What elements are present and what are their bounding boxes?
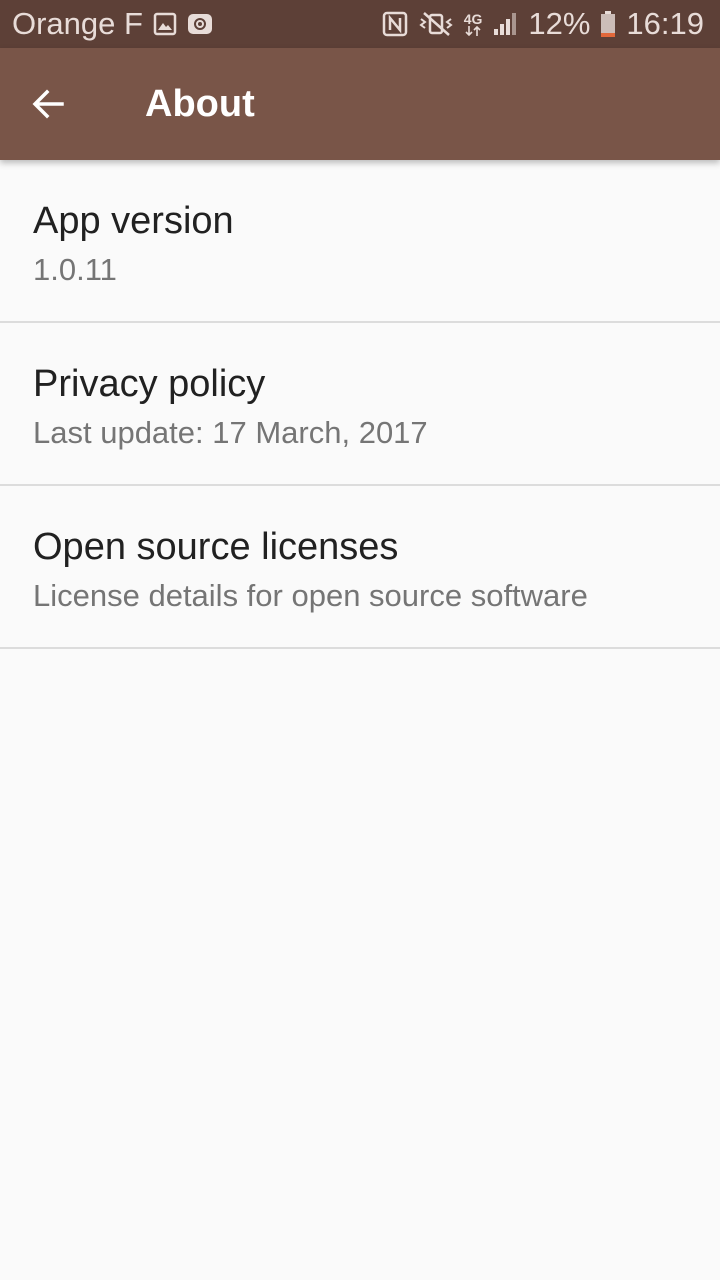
signal-icon <box>492 11 518 37</box>
battery-percent: 12% <box>528 6 591 41</box>
network-4g-icon: 4G <box>463 11 483 36</box>
at-icon <box>187 13 213 35</box>
item-title: App version <box>33 200 234 242</box>
nfc-icon <box>382 11 408 37</box>
open-source-licenses-item[interactable]: Open source licenses License details for… <box>0 486 720 649</box>
back-button[interactable] <box>16 72 80 136</box>
item-subtitle: Last update: 17 March, 2017 <box>33 415 428 450</box>
status-right: 4G 12% 16:19 <box>382 0 704 48</box>
status-bar: Orange F 4G 12% 16:19 <box>0 0 720 48</box>
item-title: Open source licenses <box>33 526 399 568</box>
network-type: 4G <box>463 11 483 27</box>
status-left: Orange F <box>12 0 213 48</box>
page-title: About <box>145 83 255 125</box>
app-bar: About <box>0 48 720 160</box>
about-list: App version 1.0.11 Privacy policy Last u… <box>0 160 720 649</box>
item-title: Privacy policy <box>33 363 266 405</box>
vibrate-icon <box>418 11 454 37</box>
app-version-item[interactable]: App version 1.0.11 <box>0 160 720 323</box>
item-subtitle: License details for open source software <box>33 578 588 613</box>
item-subtitle: 1.0.11 <box>33 252 117 287</box>
clock: 16:19 <box>626 6 704 41</box>
privacy-policy-item[interactable]: Privacy policy Last update: 17 March, 20… <box>0 323 720 486</box>
battery-icon <box>600 10 616 38</box>
carrier-name: Orange F <box>12 6 143 41</box>
image-icon <box>153 12 177 36</box>
arrow-back-icon <box>30 86 66 122</box>
